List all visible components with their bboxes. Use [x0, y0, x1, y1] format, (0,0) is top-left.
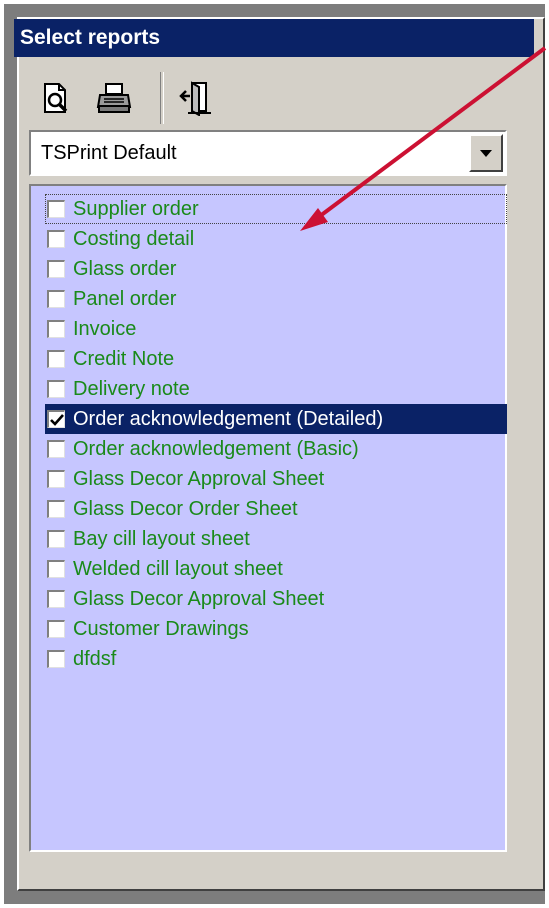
report-list-item[interactable]: Glass Decor Approval Sheet [45, 584, 507, 614]
report-list-item[interactable]: Invoice [45, 314, 507, 344]
checkmark-icon [49, 413, 64, 426]
report-list-item[interactable]: Glass Decor Approval Sheet [45, 464, 507, 494]
report-label: dfdsf [73, 647, 117, 670]
exit-icon [179, 81, 211, 116]
print-button[interactable] [92, 76, 136, 120]
report-list-item[interactable]: Costing detail [45, 224, 507, 254]
print-preview-button[interactable] [34, 76, 78, 120]
report-label: Welded cill layout sheet [73, 557, 283, 580]
report-checkbox[interactable] [47, 620, 65, 638]
report-checkbox[interactable] [47, 290, 65, 308]
report-checkbox[interactable] [47, 470, 65, 488]
report-checkbox[interactable] [47, 230, 65, 248]
report-checkbox[interactable] [47, 380, 65, 398]
report-list-item[interactable]: Order acknowledgement (Basic) [45, 434, 507, 464]
chevron-down-icon [480, 150, 492, 157]
report-label: Costing detail [73, 227, 195, 250]
report-list-item[interactable]: Glass order [45, 254, 507, 284]
toolbar [34, 72, 334, 124]
report-checkbox[interactable] [47, 560, 65, 578]
report-checkbox[interactable] [47, 500, 65, 518]
report-list-item[interactable]: Credit Note [45, 344, 507, 374]
report-label: Bay cill layout sheet [73, 527, 250, 550]
report-checkbox[interactable] [47, 350, 65, 368]
print-preview-icon [44, 83, 68, 113]
report-label: Panel order [73, 287, 177, 310]
report-list-item[interactable]: Welded cill layout sheet [45, 554, 507, 584]
printer-select-value: TSPrint Default [41, 142, 177, 164]
report-list-item[interactable]: dfdsf [45, 644, 507, 674]
report-label: Credit Note [73, 347, 175, 370]
report-list[interactable]: Supplier order Costing detail Glass order P… [29, 184, 507, 852]
report-checkbox[interactable] [47, 260, 65, 278]
report-checkbox[interactable] [47, 200, 65, 218]
report-list-item[interactable]: Panel order [45, 284, 507, 314]
report-label: Glass Decor Approval Sheet [73, 587, 325, 610]
printer-icon [96, 83, 132, 113]
report-label: Supplier order [73, 197, 199, 220]
report-list-items: Supplier order Costing detail Glass order P… [45, 194, 507, 674]
report-list-item[interactable]: Order acknowledgement (Detailed) [45, 404, 507, 434]
report-list-item[interactable]: Glass Decor Order Sheet [45, 494, 507, 524]
report-label: Glass order [73, 257, 177, 280]
toolbar-separator [160, 72, 164, 124]
report-checkbox[interactable] [47, 410, 65, 428]
report-label: Order acknowledgement (Basic) [73, 437, 359, 460]
report-label: Invoice [73, 317, 137, 340]
report-label: Customer Drawings [73, 617, 249, 640]
report-label: Delivery note [73, 377, 190, 400]
dropdown-button[interactable] [469, 134, 503, 172]
report-list-item[interactable]: Customer Drawings [45, 614, 507, 644]
report-checkbox[interactable] [47, 530, 65, 548]
printer-select[interactable]: TSPrint Default [29, 130, 507, 176]
report-checkbox[interactable] [47, 440, 65, 458]
report-label: Order acknowledgement (Detailed) [73, 407, 384, 430]
report-list-item[interactable]: Delivery note [45, 374, 507, 404]
report-label: Glass Decor Approval Sheet [73, 467, 325, 490]
exit-button[interactable] [174, 76, 218, 120]
report-list-item[interactable]: Supplier order [45, 194, 507, 224]
report-list-item[interactable]: Bay cill layout sheet [45, 524, 507, 554]
report-label: Glass Decor Order Sheet [73, 497, 298, 520]
window-frame: Select reports TSPrint Default Supplier … [4, 4, 545, 904]
report-checkbox[interactable] [47, 650, 65, 668]
panel-title: Select reports [14, 19, 534, 57]
report-checkbox[interactable] [47, 320, 65, 338]
report-checkbox[interactable] [47, 590, 65, 608]
